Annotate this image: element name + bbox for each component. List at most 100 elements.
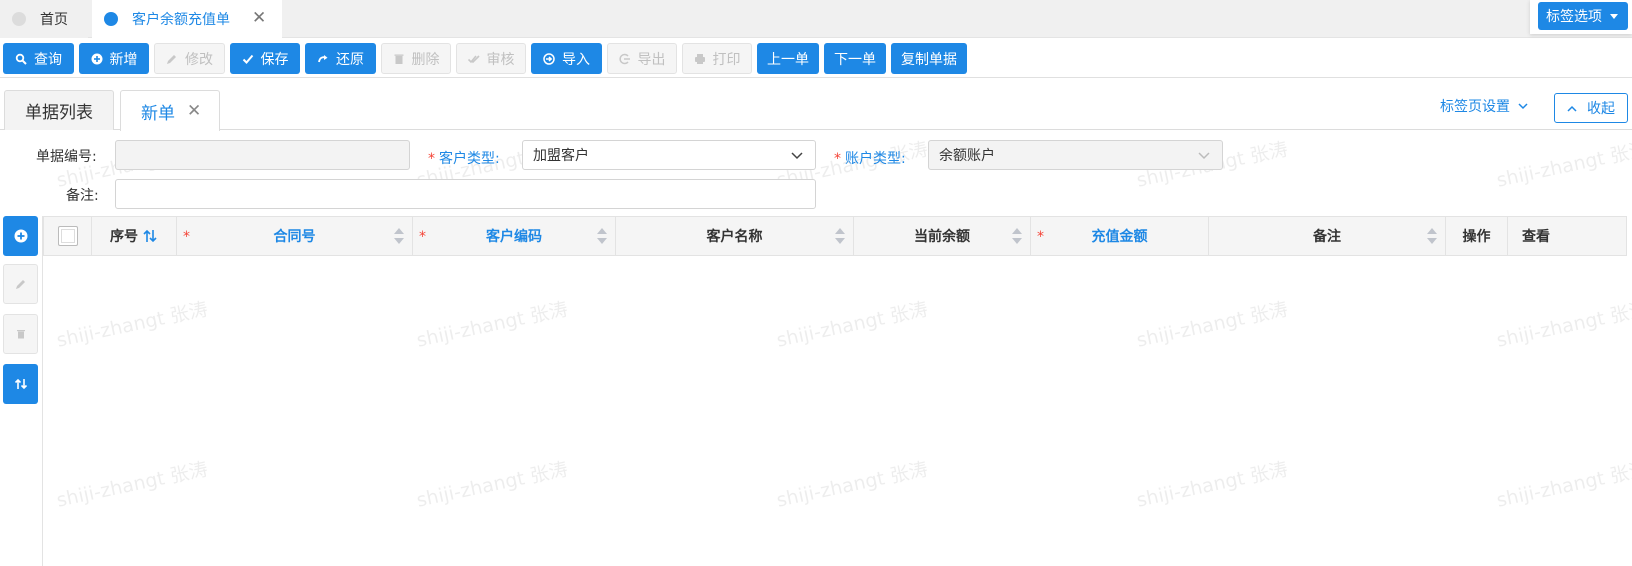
chevron-down-icon	[1518, 102, 1528, 109]
sort-icon[interactable]	[835, 227, 845, 245]
export-icon	[618, 53, 630, 64]
import-icon	[543, 52, 555, 65]
sort-icon[interactable]	[1427, 227, 1437, 245]
column-current-balance-label: 当前余额	[914, 229, 970, 245]
account-type-value: 余额账户	[939, 148, 995, 164]
edit-button[interactable]: 修改	[154, 43, 225, 74]
column-remark-label: 备注	[1313, 229, 1341, 245]
tab-new-doc-label: 新单	[141, 103, 175, 124]
sort-icon[interactable]	[1012, 227, 1022, 245]
required-mark: *	[183, 229, 190, 245]
printer-icon	[694, 53, 705, 64]
column-customer-name-label: 客户名称	[706, 229, 763, 245]
export-button[interactable]: 导出	[607, 43, 677, 74]
import-button[interactable]: 导入	[531, 43, 602, 74]
column-view-label: 查看	[1522, 229, 1550, 245]
refresh-rows-button[interactable]	[3, 364, 38, 404]
collapse-label: 收起	[1587, 101, 1615, 117]
edit-label: 修改	[185, 51, 213, 68]
select-all-checkbox[interactable]	[57, 226, 78, 246]
required-mark: *	[834, 151, 841, 167]
tab-status-dot-icon	[104, 12, 118, 26]
tab-new-doc[interactable]: 新单 ✕	[120, 90, 220, 131]
customer-type-select[interactable]: 加盟客户	[522, 140, 816, 170]
tab-doc-list-label: 单据列表	[25, 103, 93, 123]
tab-home[interactable]: 首页	[0, 0, 88, 38]
swap-icon	[143, 229, 157, 243]
required-mark: *	[419, 229, 426, 245]
customer-type-value: 加盟客户	[533, 148, 589, 164]
sub-tab-bar: 单据列表 新单 ✕ 标签页设置 收起	[0, 88, 1632, 131]
sort-icon[interactable]	[597, 227, 607, 245]
delete-row-button[interactable]	[3, 314, 38, 354]
query-label: 查询	[34, 51, 62, 68]
next-doc-button[interactable]: 下一单	[824, 43, 886, 74]
detail-table-header: 序号 * 合同号 * 客户编码 客户名称 当前余额 * 充值金额 备注 操作 查…	[43, 216, 1627, 256]
column-header-contract-no[interactable]: * 合同号	[177, 217, 413, 255]
detail-table-body	[43, 256, 1627, 566]
check-icon	[242, 54, 253, 64]
add-button[interactable]: 新增	[79, 43, 149, 74]
caret-down-icon	[1610, 13, 1618, 19]
column-header-current-balance[interactable]: 当前余额	[854, 217, 1031, 255]
column-header-customer-code[interactable]: * 客户编码	[413, 217, 616, 255]
add-row-button[interactable]	[3, 216, 38, 256]
tab-home-label: 首页	[40, 12, 68, 28]
delete-button[interactable]: 删除	[381, 43, 451, 74]
column-header-operation: 操作	[1446, 217, 1508, 255]
doc-no-field[interactable]	[115, 140, 410, 170]
column-contract-no-label: 合同号	[273, 229, 316, 245]
collapse-button[interactable]: 收起	[1554, 93, 1628, 123]
sort-icon[interactable]	[394, 227, 404, 245]
next-doc-label: 下一单	[834, 51, 876, 68]
column-header-recharge-amount[interactable]: * 充值金额	[1031, 217, 1209, 255]
pencil-icon	[15, 280, 25, 289]
column-header-view: 查看	[1508, 217, 1626, 255]
tab-status-dot-icon	[12, 12, 26, 26]
column-customer-code-label: 客户编码	[486, 229, 542, 245]
edit-row-button[interactable]	[3, 264, 38, 304]
column-header-customer-name[interactable]: 客户名称	[616, 217, 854, 255]
toolbar: 查询 新增 修改 保存 还原 删除 审核 导入 导出 打印 上一单 下一单 复制…	[0, 40, 1632, 78]
tab-settings-dropdown[interactable]: 标签页设置	[1440, 96, 1528, 116]
account-type-select[interactable]: 余额账户	[928, 140, 1223, 170]
tab-customer-balance-recharge[interactable]: 客户余额充值单 ✕	[92, 0, 282, 38]
tab-doc-list[interactable]: 单据列表	[4, 90, 114, 130]
print-button[interactable]: 打印	[682, 43, 752, 74]
restore-button[interactable]: 还原	[305, 43, 376, 74]
close-icon[interactable]: ✕	[187, 101, 201, 121]
close-icon[interactable]: ✕	[252, 9, 266, 27]
restore-label: 还原	[336, 51, 364, 68]
tag-options-label: 标签选项	[1546, 9, 1602, 25]
column-recharge-amount-label: 充值金额	[1091, 229, 1148, 245]
query-button[interactable]: 查询	[3, 43, 74, 74]
column-header-seq[interactable]: 序号	[92, 217, 177, 255]
copy-doc-label: 复制单据	[901, 51, 957, 68]
customer-type-label-text: 客户类型:	[439, 151, 500, 167]
required-mark: *	[428, 151, 435, 167]
save-label: 保存	[260, 51, 289, 68]
swap-icon	[14, 378, 27, 390]
select-all-cell	[44, 217, 92, 255]
copy-doc-button[interactable]: 复制单据	[891, 43, 967, 74]
chevron-up-icon	[1567, 105, 1577, 112]
tab-settings-label: 标签页设置	[1440, 99, 1510, 115]
export-label: 导出	[637, 51, 666, 68]
remark-input[interactable]	[115, 179, 816, 209]
double-check-icon	[467, 54, 480, 63]
tab-active-label: 客户余额充值单	[132, 12, 230, 28]
tag-options-button[interactable]: 标签选项	[1538, 2, 1628, 30]
column-seq-label: 序号	[110, 229, 138, 245]
prev-doc-button[interactable]: 上一单	[757, 43, 819, 74]
column-header-remark[interactable]: 备注	[1209, 217, 1446, 255]
audit-label: 审核	[486, 51, 515, 68]
print-label: 打印	[712, 51, 741, 68]
audit-button[interactable]: 审核	[456, 43, 526, 74]
trash-icon	[394, 54, 403, 64]
account-type-label-text: 账户类型:	[845, 151, 906, 167]
redo-icon	[318, 54, 328, 62]
save-button[interactable]: 保存	[230, 43, 300, 74]
customer-type-label: * 客户类型:	[428, 148, 500, 168]
trash-icon	[16, 330, 25, 339]
search-icon	[15, 53, 27, 65]
